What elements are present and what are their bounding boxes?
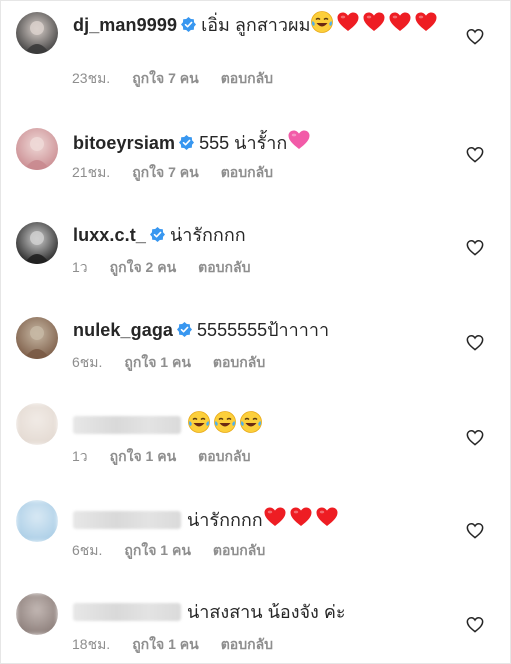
like-heart-icon[interactable] [466, 429, 484, 446]
likes-count[interactable]: ถูกใจ 2 คน [110, 259, 177, 275]
comment-line [73, 410, 451, 438]
comment-time: 21ชม. [72, 164, 111, 180]
red-heart-emoji-icon [363, 12, 385, 31]
pink-heart-emoji-icon [288, 130, 310, 149]
joy-emoji-icon [311, 11, 334, 33]
reply-button[interactable]: ตอบกลับ [198, 448, 250, 464]
reply-button[interactable]: ตอบกลับ [198, 259, 250, 275]
verified-badge-icon [149, 227, 165, 242]
likes-count[interactable]: ถูกใจ 1 คน [110, 448, 177, 464]
joy-emoji-icon [188, 411, 210, 433]
verified-badge-icon [177, 322, 193, 337]
likes-count[interactable]: ถูกใจ 7 คน [132, 70, 199, 86]
red-heart-emoji-icon [264, 507, 286, 526]
comment-line: น่ารักกกก [73, 505, 451, 533]
avatar[interactable] [16, 317, 58, 359]
comment-text: 555 น่ารั้าก [199, 133, 288, 153]
verified-badge-icon [179, 135, 195, 150]
comment-line: nulek_gaga 5555555ป้าาาาา [73, 317, 451, 343]
comment-username[interactable]: luxx.c.t_ [73, 225, 146, 245]
comment-text: 5555555ป้าาาาา [197, 320, 330, 340]
comment-meta: 1ว ถูกใจ 1 คน ตอบกลับ [72, 447, 273, 465]
avatar[interactable] [16, 593, 58, 635]
comment-meta: 18ชม. ถูกใจ 1 คน ตอบกลับ [72, 635, 295, 653]
comment-time: 23ชม. [72, 70, 111, 86]
comment-time: 6ชม. [72, 542, 103, 558]
comment-line: dj_man9999 เอิ่ม ลูกสาวผม [73, 10, 451, 38]
blurred-username[interactable] [73, 416, 181, 434]
comment-meta: 1ว ถูกใจ 2 คน ตอบกลับ [72, 258, 273, 276]
comment-meta: 23ชม. ถูกใจ 7 คน ตอบกลับ [72, 69, 295, 87]
red-heart-emoji-icon [415, 12, 437, 31]
reply-button[interactable]: ตอบกลับ [221, 164, 273, 180]
reply-button[interactable]: ตอบกลับ [221, 70, 273, 86]
like-heart-icon[interactable] [466, 146, 484, 163]
comment-username[interactable]: bitoeyrsiam [73, 133, 175, 153]
comment-time: 6ชม. [72, 354, 103, 370]
comment-meta: 6ชม. ถูกใจ 1 คน ตอบกลับ [72, 353, 287, 371]
likes-count[interactable]: ถูกใจ 1 คน [132, 636, 199, 652]
like-heart-icon[interactable] [466, 616, 484, 633]
comment-line: luxx.c.t_ น่ารักกกก [73, 222, 451, 248]
comment-line: น่าสงสาน น้องจัง ค่ะ [73, 599, 451, 625]
comment-username[interactable]: nulek_gaga [73, 320, 173, 340]
comment-time: 1ว [72, 259, 88, 275]
red-heart-emoji-icon [337, 12, 359, 31]
likes-count[interactable]: ถูกใจ 1 คน [124, 542, 191, 558]
likes-count[interactable]: ถูกใจ 1 คน [124, 354, 191, 370]
blurred-username[interactable] [73, 603, 181, 621]
blurred-username[interactable] [73, 511, 181, 529]
comment-meta: 6ชม. ถูกใจ 1 คน ตอบกลับ [72, 541, 287, 559]
comment-text: น่ารักกกก [169, 225, 246, 245]
joy-emoji-icon [240, 411, 262, 433]
comment-text: เอิ่ม ลูกสาวผม [201, 15, 311, 35]
reply-button[interactable]: ตอบกลับ [213, 542, 265, 558]
like-heart-icon[interactable] [466, 28, 484, 45]
comment-meta: 21ชม. ถูกใจ 7 คน ตอบกลับ [72, 163, 295, 181]
verified-badge-icon [181, 17, 197, 32]
like-heart-icon[interactable] [466, 239, 484, 256]
likes-count[interactable]: ถูกใจ 7 คน [132, 164, 199, 180]
avatar[interactable] [16, 128, 58, 170]
avatar[interactable] [16, 403, 58, 445]
red-heart-emoji-icon [290, 507, 312, 526]
comment-text: น่ารักกกก [187, 510, 263, 530]
comment-line: bitoeyrsiam 555 น่ารั้าก [73, 128, 451, 156]
avatar[interactable] [16, 12, 58, 54]
avatar[interactable] [16, 222, 58, 264]
comment-time: 18ชม. [72, 636, 111, 652]
comment-username[interactable]: dj_man9999 [73, 15, 177, 35]
comment-time: 1ว [72, 448, 88, 464]
red-heart-emoji-icon [316, 507, 338, 526]
avatar[interactable] [16, 500, 58, 542]
like-heart-icon[interactable] [466, 522, 484, 539]
like-heart-icon[interactable] [466, 334, 484, 351]
comment-text: น่าสงสาน น้องจัง ค่ะ [187, 602, 346, 622]
reply-button[interactable]: ตอบกลับ [221, 636, 273, 652]
reply-button[interactable]: ตอบกลับ [213, 354, 265, 370]
red-heart-emoji-icon [389, 12, 411, 31]
joy-emoji-icon [214, 411, 236, 433]
